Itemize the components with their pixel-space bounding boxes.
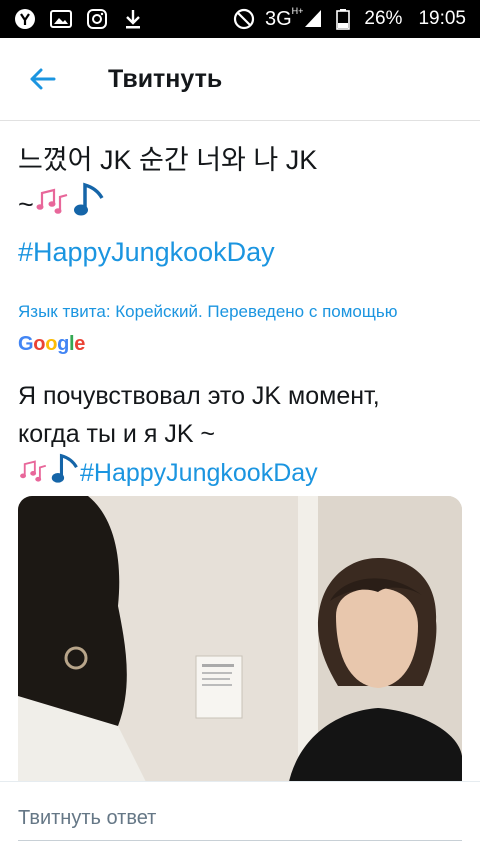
tweet-tilde: ~ (18, 189, 34, 220)
multiple-notes-emoji-icon (18, 456, 50, 494)
reply-input[interactable]: Твитнуть ответ (18, 796, 462, 841)
translated-hashtag[interactable]: #HappyJungkookDay (80, 459, 318, 487)
notification-icons (0, 8, 144, 30)
do-not-disturb-icon (233, 8, 255, 30)
tweet-detail: 느꼈어 JK 순간 너와 나 JK ~ #HappyJungkookDay Яз… (0, 121, 480, 496)
tweet-hashtag[interactable]: #HappyJungkookDay (18, 231, 462, 274)
back-arrow-icon (30, 68, 56, 90)
translation-notice: Язык твита: Корейский. Переведено с помо… (18, 296, 462, 361)
back-button[interactable] (12, 49, 72, 109)
translated-line-2: когда ты и я JK ~ (18, 420, 216, 448)
translated-line-1: Я почувствовал это JK момент, (18, 382, 380, 410)
musical-note-emoji-icon (72, 182, 106, 231)
tweet-line-1: 느꼈어 JK 순간 너와 나 JK (18, 145, 318, 175)
tweet-line-2: ~ (18, 182, 462, 231)
download-icon (122, 8, 144, 30)
musical-note-emoji-icon (50, 453, 80, 496)
clock: 19:05 (418, 8, 466, 29)
app-bar: Твитнуть (0, 38, 480, 121)
gallery-icon (50, 8, 72, 30)
tweet-media-video[interactable] (18, 496, 462, 786)
system-icons: 3G H+ 26% 19:05 (233, 5, 480, 31)
signal-icon (305, 9, 322, 27)
yandex-icon (14, 8, 36, 30)
tweet-text: 느꼈어 JK 순간 너와 나 JK ~ #HappyJungkookDay (18, 139, 462, 274)
translated-line-3: #HappyJungkookDay (18, 453, 462, 496)
page-title: Твитнуть (108, 64, 223, 93)
network-type-sup: H+ (291, 5, 304, 16)
network-indicator: 3G H+ (264, 5, 322, 31)
battery-icon (332, 8, 354, 30)
multiple-notes-emoji-icon (34, 185, 72, 228)
battery-level: 26% (364, 8, 403, 29)
translation-label: Язык твита: Корейский. Переведено с помо… (18, 302, 398, 321)
reply-bar: Твитнуть ответ (0, 781, 480, 855)
google-logo: Google (18, 333, 86, 355)
network-type: 3G (264, 7, 292, 30)
translated-text: Я почувствовал это JK момент, когда ты и… (18, 377, 462, 496)
status-bar: 3G H+ 26% 19:05 (0, 0, 480, 38)
video-frame-image (18, 496, 462, 786)
instagram-icon (86, 8, 108, 30)
